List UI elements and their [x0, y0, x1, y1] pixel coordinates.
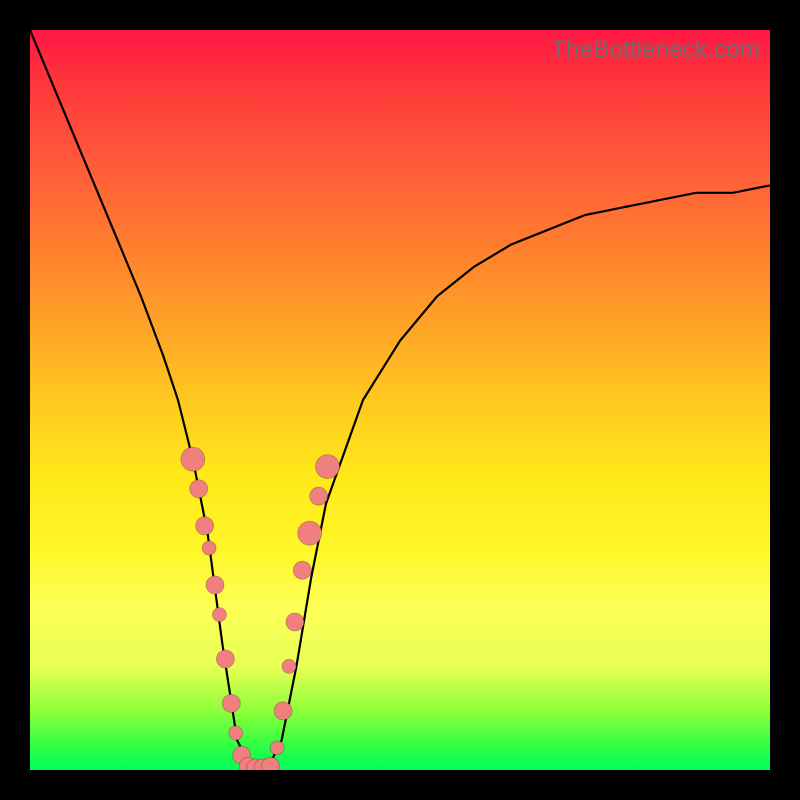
data-point: [316, 455, 340, 479]
data-point: [293, 561, 311, 579]
plot-area: TheBottleneck.com: [30, 30, 770, 770]
data-point: [270, 741, 284, 755]
data-point: [274, 702, 292, 720]
data-point: [206, 576, 224, 594]
chart-overlay: [30, 30, 770, 770]
data-point: [181, 447, 205, 471]
data-point: [286, 613, 304, 631]
bottleneck-curve: [30, 30, 770, 770]
data-point: [298, 521, 322, 545]
data-point: [212, 608, 226, 622]
data-point: [196, 517, 214, 535]
data-point: [229, 726, 243, 740]
chart-frame: TheBottleneck.com: [0, 0, 800, 800]
data-point: [310, 487, 328, 505]
data-point: [190, 480, 208, 498]
data-point: [222, 694, 240, 712]
data-point: [282, 659, 296, 673]
data-point: [202, 541, 216, 555]
data-points: [181, 447, 340, 770]
data-point: [216, 650, 234, 668]
